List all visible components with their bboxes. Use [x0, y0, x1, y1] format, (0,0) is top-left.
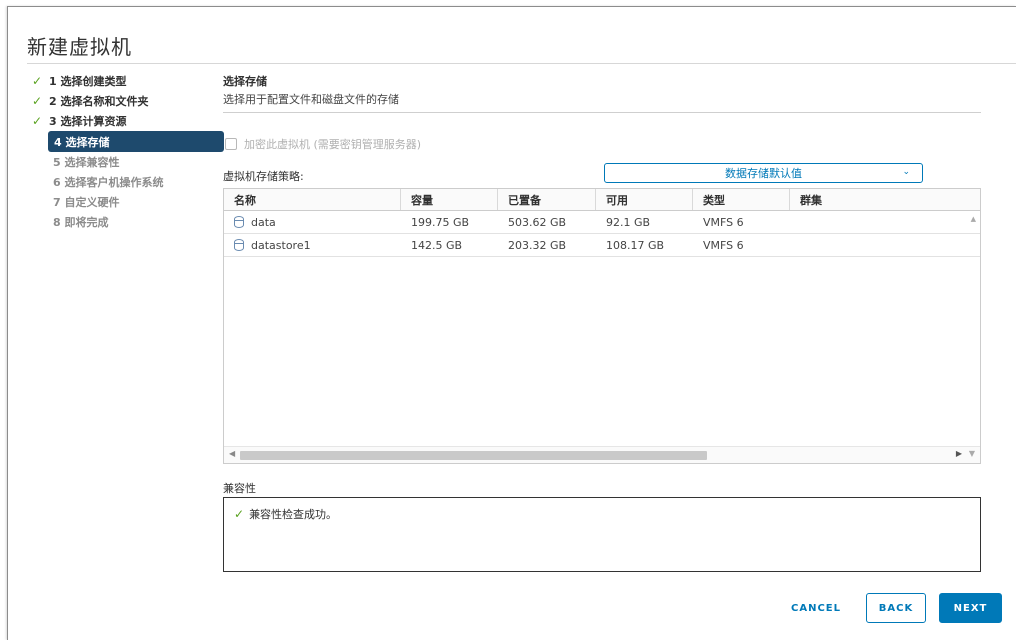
encrypt-vm-checkbox[interactable]: 加密此虚拟机 (需要密钥管理服务器) — [225, 136, 421, 152]
column-header-cluster[interactable]: 群集 — [790, 189, 980, 210]
compatibility-label: 兼容性 — [223, 482, 256, 495]
step-label: 1 选择创建类型 — [49, 75, 127, 88]
column-header-name[interactable]: 名称 — [224, 189, 401, 210]
step-label: 3 选择计算资源 — [49, 115, 127, 128]
cell-name: data — [224, 216, 401, 229]
checkbox-icon — [225, 138, 237, 150]
column-header-provisioned[interactable]: 已置备 — [498, 189, 596, 210]
database-icon — [234, 216, 244, 228]
check-icon: ✓ — [31, 114, 43, 128]
compatibility-message: ✓ 兼容性检查成功。 — [234, 506, 337, 522]
cell-type: VMFS 6 — [703, 238, 744, 252]
horizontal-scrollbar[interactable]: ◀ ▶ ▼ — [224, 446, 980, 463]
step-label: 8 即将完成 — [53, 216, 109, 229]
scroll-left-arrow-icon[interactable]: ◀ — [229, 449, 235, 458]
grid-header: 名称 容量 已置备 可用 类型 群集 — [224, 189, 980, 211]
database-icon — [234, 239, 244, 251]
chevron-down-icon: ⌄ — [902, 167, 910, 177]
cell-provisioned: 503.62 GB — [508, 215, 567, 229]
storage-policy-value: 数据存储默认值 — [725, 167, 802, 180]
cell-free: 108.17 GB — [606, 238, 665, 252]
scroll-up-arrow-icon[interactable]: ▲ — [971, 215, 976, 223]
scroll-right-arrow-icon[interactable]: ▶ — [956, 449, 962, 458]
datastore-name: data — [251, 215, 276, 229]
storage-policy-select[interactable]: 数据存储默认值 ⌄ — [604, 163, 923, 183]
column-header-type[interactable]: 类型 — [693, 189, 790, 210]
datastore-grid: 名称 容量 已置备 可用 类型 群集 data 199.75 GB 503.62… — [223, 188, 981, 464]
check-icon: ✓ — [234, 507, 245, 521]
section-title: 选择存储 — [223, 75, 267, 88]
wizard-steps: ✓ 1 选择创建类型 ✓ 2 选择名称和文件夹 ✓ 3 选择计算资源 4 选择存… — [28, 71, 224, 232]
scrollbar-thumb[interactable] — [240, 451, 707, 460]
check-icon: ✓ — [31, 94, 43, 108]
step-label: 6 选择客户机操作系统 — [53, 176, 164, 189]
cell-type: VMFS 6 — [703, 215, 744, 229]
cell-free: 92.1 GB — [606, 215, 651, 229]
storage-policy-label: 虚拟机存储策略: — [223, 170, 304, 183]
wizard-title: 新建虚拟机 — [27, 35, 132, 59]
cell-capacity: 142.5 GB — [411, 238, 463, 252]
step-1[interactable]: ✓ 1 选择创建类型 — [28, 71, 224, 91]
step-label: 5 选择兼容性 — [53, 156, 120, 169]
step-2[interactable]: ✓ 2 选择名称和文件夹 — [28, 91, 224, 111]
title-divider — [27, 63, 1016, 64]
step-4-active[interactable]: 4 选择存储 — [48, 131, 224, 152]
datastore-name: datastore1 — [251, 238, 311, 252]
scroll-down-arrow-icon[interactable]: ▼ — [969, 449, 975, 458]
section-divider — [223, 112, 981, 113]
table-row[interactable]: data 199.75 GB 503.62 GB 92.1 GB VMFS 6 — [224, 211, 980, 234]
cell-name: datastore1 — [224, 239, 401, 252]
back-button[interactable]: BACK — [866, 593, 926, 623]
next-button[interactable]: NEXT — [939, 593, 1002, 623]
step-5: 5 选择兼容性 — [51, 152, 224, 172]
column-header-capacity[interactable]: 容量 — [401, 189, 498, 210]
compatibility-text: 兼容性检查成功。 — [249, 508, 338, 521]
column-header-free[interactable]: 可用 — [596, 189, 693, 210]
step-label: 7 自定义硬件 — [53, 196, 120, 209]
step-3[interactable]: ✓ 3 选择计算资源 — [28, 111, 224, 131]
step-6: 6 选择客户机操作系统 — [51, 172, 224, 192]
cell-capacity: 199.75 GB — [411, 215, 470, 229]
step-label: 2 选择名称和文件夹 — [49, 95, 149, 108]
step-8: 8 即将完成 — [51, 212, 224, 232]
step-label: 4 选择存储 — [54, 135, 110, 149]
table-row[interactable]: datastore1 142.5 GB 203.32 GB 108.17 GB … — [224, 234, 980, 257]
cell-provisioned: 203.32 GB — [508, 238, 567, 252]
cancel-button[interactable]: CANCEL — [782, 593, 850, 623]
compatibility-panel: ✓ 兼容性检查成功。 — [223, 497, 981, 572]
step-7: 7 自定义硬件 — [51, 192, 224, 212]
section-description: 选择用于配置文件和磁盘文件的存储 — [223, 93, 399, 106]
encrypt-label: 加密此虚拟机 (需要密钥管理服务器) — [244, 138, 422, 151]
check-icon: ✓ — [31, 74, 43, 88]
